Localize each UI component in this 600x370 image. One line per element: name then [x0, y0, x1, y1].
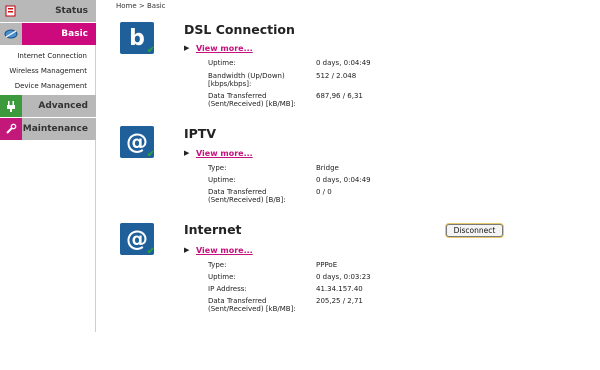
router-icon	[0, 0, 22, 22]
expand-arrow-icon: ▶	[184, 149, 190, 157]
internet-data-value: 205,25 / 2,71	[316, 297, 363, 305]
menu-advanced-label: Advanced	[38, 101, 88, 111]
internet-uptime-label: Uptime:	[208, 273, 236, 281]
menu-status[interactable]: Status	[0, 0, 96, 22]
iptv-icon: @ ✔	[120, 126, 155, 160]
disconnect-button[interactable]: Disconnect	[446, 224, 503, 237]
network-icon	[0, 23, 22, 45]
iptv-title: IPTV	[184, 126, 217, 141]
dsl-title: DSL Connection	[184, 22, 295, 37]
iptv-data-label: Data Transferred (Sent/Received) [B/B]:	[208, 188, 286, 204]
internet-icon: @ ✔	[120, 223, 155, 257]
internet-ip-label: IP Address:	[208, 285, 247, 293]
internet-ip-value: 41.34.157.40	[316, 285, 363, 293]
internet-view-more-link[interactable]: ▶ View more...	[184, 246, 253, 255]
dsl-data-value: 687,96 / 6,31	[316, 92, 363, 100]
sidebar: Status Basic Internet Connection Wireles…	[0, 0, 96, 332]
internet-uptime-value: 0 days, 0:03:23	[316, 273, 371, 281]
plug-icon	[0, 95, 22, 117]
dsl-bandwidth-label: Bandwidth (Up/Down) [kbps/kbps]:	[208, 72, 285, 88]
dsl-icon: b ✔	[120, 22, 155, 56]
sidebar-item-internet-connection[interactable]: Internet Connection	[17, 52, 87, 60]
iptv-uptime-value: 0 days, 0:04:49	[316, 176, 371, 184]
breadcrumb: Home > Basic	[116, 2, 166, 10]
menu-maintenance[interactable]: Maintenance	[0, 118, 96, 140]
menu-basic[interactable]: Basic	[0, 23, 96, 45]
iptv-data-value: 0 / 0	[316, 188, 332, 196]
iptv-uptime-label: Uptime:	[208, 176, 236, 184]
wrench-icon	[0, 118, 22, 140]
iptv-view-more-link[interactable]: ▶ View more...	[184, 149, 253, 158]
menu-basic-label: Basic	[61, 29, 88, 39]
expand-arrow-icon: ▶	[184, 44, 190, 52]
dsl-uptime-label: Uptime:	[208, 59, 236, 67]
internet-type-label: Type:	[208, 261, 227, 269]
sidebar-item-device-management[interactable]: Device Management	[15, 82, 87, 90]
internet-type-value: PPPoE	[316, 261, 338, 269]
dsl-bandwidth-value: 512 / 2.048	[316, 72, 357, 80]
iptv-type-label: Type:	[208, 164, 227, 172]
internet-data-label: Data Transferred (Sent/Received) [kB/MB]…	[208, 297, 296, 313]
menu-advanced[interactable]: Advanced	[0, 95, 96, 117]
dsl-view-more-link[interactable]: ▶ View more...	[184, 44, 253, 53]
dsl-uptime-value: 0 days, 0:04:49	[316, 59, 371, 67]
menu-maintenance-label: Maintenance	[22, 124, 88, 134]
internet-title: Internet	[184, 222, 242, 237]
menu-status-label: Status	[55, 6, 88, 16]
sidebar-item-wireless-management[interactable]: Wireless Management	[9, 67, 87, 75]
iptv-type-value: Bridge	[316, 164, 339, 172]
dsl-data-label: Data Transferred (Sent/Received) [kB/MB]…	[208, 92, 296, 108]
expand-arrow-icon: ▶	[184, 246, 190, 254]
